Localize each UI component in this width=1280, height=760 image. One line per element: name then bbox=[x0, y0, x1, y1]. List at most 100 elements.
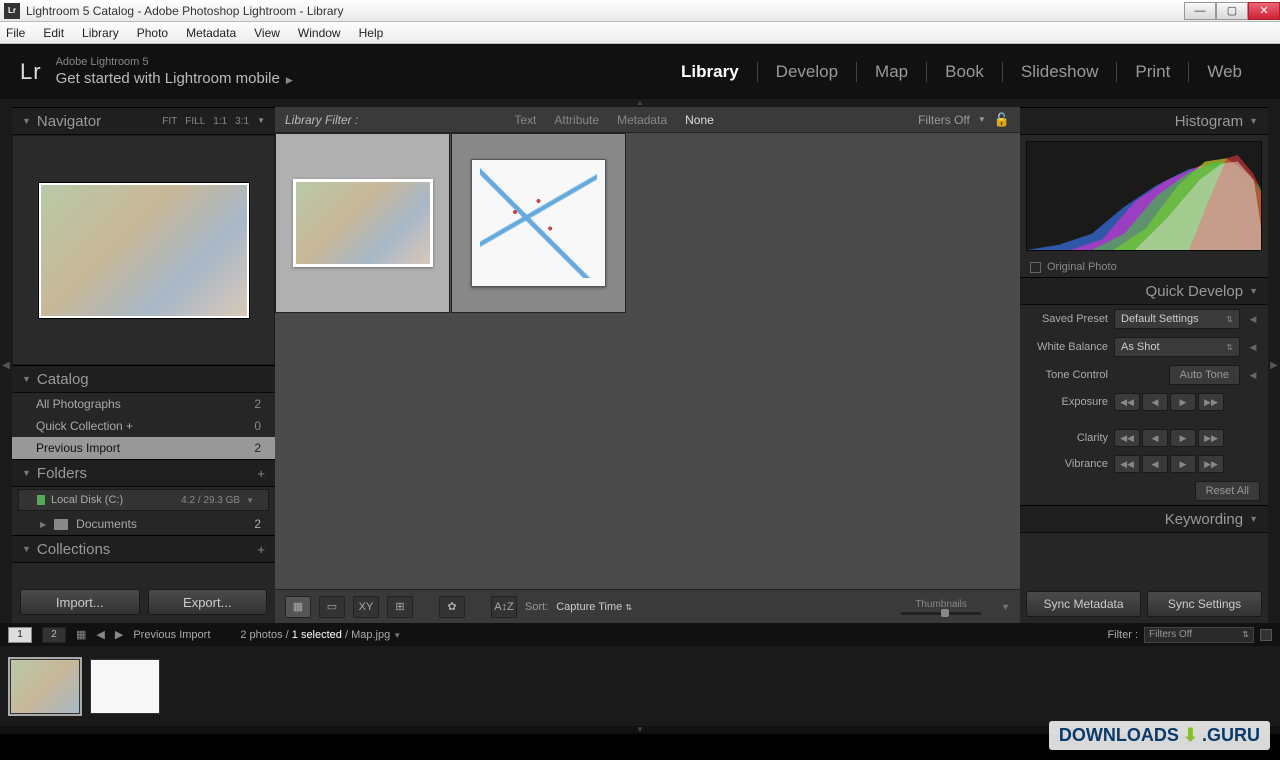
compare-view-button[interactable]: XY bbox=[353, 596, 379, 618]
expand-icon[interactable]: ◀ bbox=[1246, 342, 1260, 353]
menu-view[interactable]: View bbox=[254, 26, 280, 40]
painter-tool-button[interactable]: ✿ bbox=[439, 596, 465, 618]
sync-metadata-button[interactable]: Sync Metadata bbox=[1026, 591, 1141, 617]
module-print[interactable]: Print bbox=[1116, 62, 1188, 82]
page-1-button[interactable]: 1 bbox=[8, 627, 32, 643]
clarity-minus-large[interactable]: ◀◀ bbox=[1114, 429, 1140, 447]
module-slideshow[interactable]: Slideshow bbox=[1002, 62, 1117, 82]
add-collection-button[interactable]: + bbox=[257, 542, 265, 557]
auto-tone-button[interactable]: Auto Tone bbox=[1169, 365, 1240, 385]
menu-metadata[interactable]: Metadata bbox=[186, 26, 236, 40]
chevron-right-icon: ▶ bbox=[286, 75, 293, 85]
export-button[interactable]: Export... bbox=[148, 589, 268, 615]
left-panel-collapse[interactable]: ◀ bbox=[0, 107, 12, 623]
menu-library[interactable]: Library bbox=[82, 26, 119, 40]
vibrance-minus[interactable]: ◀ bbox=[1142, 455, 1168, 473]
minimize-button[interactable]: — bbox=[1184, 2, 1216, 20]
filter-text[interactable]: Text bbox=[514, 113, 536, 127]
module-map[interactable]: Map bbox=[856, 62, 926, 82]
menu-file[interactable]: File bbox=[6, 26, 25, 40]
lock-icon[interactable]: 🔓 bbox=[994, 112, 1010, 128]
filters-off-label[interactable]: Filters Off bbox=[918, 113, 970, 127]
grid-cell-1[interactable] bbox=[275, 133, 450, 313]
histogram-header[interactable]: Histogram▼ bbox=[1020, 107, 1268, 135]
histogram-display[interactable] bbox=[1026, 141, 1262, 251]
filter-none[interactable]: None bbox=[685, 113, 714, 127]
quick-develop-header[interactable]: Quick Develop▼ bbox=[1020, 277, 1268, 305]
filmstrip[interactable] bbox=[0, 646, 1280, 726]
folders-header[interactable]: ▼ Folders + bbox=[12, 459, 275, 487]
module-web[interactable]: Web bbox=[1188, 62, 1260, 82]
module-develop[interactable]: Develop bbox=[757, 62, 856, 82]
maximize-button[interactable]: ▢ bbox=[1216, 2, 1248, 20]
close-button[interactable]: ✕ bbox=[1248, 2, 1280, 20]
exposure-minus[interactable]: ◀ bbox=[1142, 393, 1168, 411]
loupe-view-button[interactable]: ▭ bbox=[319, 596, 345, 618]
menu-help[interactable]: Help bbox=[359, 26, 384, 40]
navigator-preview[interactable] bbox=[12, 135, 275, 365]
vibrance-plus-large[interactable]: ▶▶ bbox=[1198, 455, 1224, 473]
vibrance-plus[interactable]: ▶ bbox=[1170, 455, 1196, 473]
module-book[interactable]: Book bbox=[926, 62, 1002, 82]
filter-metadata[interactable]: Metadata bbox=[617, 113, 667, 127]
page-2-button[interactable]: 2 bbox=[42, 627, 66, 643]
grid-view-button[interactable]: ▦ bbox=[285, 596, 311, 618]
clarity-plus[interactable]: ▶ bbox=[1170, 429, 1196, 447]
catalog-quick-collection[interactable]: Quick Collection +0 bbox=[12, 415, 275, 437]
navigator-header[interactable]: ▼ Navigator FIT FILL 1:1 3:1 ▼ bbox=[12, 107, 275, 135]
grid-cell-2[interactable] bbox=[451, 133, 626, 313]
zoom-3-1[interactable]: 3:1 bbox=[235, 116, 249, 127]
survey-view-button[interactable]: ⊞ bbox=[387, 596, 413, 618]
grid-icon[interactable]: ▦ bbox=[76, 628, 86, 641]
saved-preset-select[interactable]: Default Settings⇅ bbox=[1114, 309, 1240, 329]
keywording-header[interactable]: Keywording▼ bbox=[1020, 505, 1268, 533]
filter-attribute[interactable]: Attribute bbox=[554, 113, 599, 127]
filmstrip-thumb-2[interactable] bbox=[90, 659, 160, 714]
catalog-all-photographs[interactable]: All Photographs2 bbox=[12, 393, 275, 415]
menu-window[interactable]: Window bbox=[298, 26, 341, 40]
right-panel-collapse[interactable]: ▶ bbox=[1268, 107, 1280, 623]
clarity-minus[interactable]: ◀ bbox=[1142, 429, 1168, 447]
white-balance-select[interactable]: As Shot⇅ bbox=[1114, 337, 1240, 357]
collections-header[interactable]: ▼ Collections + bbox=[12, 535, 275, 563]
expand-icon[interactable]: ◀ bbox=[1246, 314, 1260, 325]
original-photo-toggle[interactable]: Original Photo bbox=[1020, 257, 1268, 277]
menu-photo[interactable]: Photo bbox=[137, 26, 168, 40]
vibrance-minus-large[interactable]: ◀◀ bbox=[1114, 455, 1140, 473]
catalog-header[interactable]: ▼ Catalog bbox=[12, 365, 275, 393]
menu-edit[interactable]: Edit bbox=[43, 26, 64, 40]
chevron-down-icon[interactable]: ▼ bbox=[978, 115, 986, 124]
exposure-plus-large[interactable]: ▶▶ bbox=[1198, 393, 1224, 411]
breadcrumb-source[interactable]: Previous Import bbox=[133, 629, 210, 641]
expand-icon[interactable]: ◀ bbox=[1246, 370, 1260, 381]
import-button[interactable]: Import... bbox=[20, 589, 140, 615]
top-panel-grabber[interactable]: ▲ bbox=[0, 99, 1280, 107]
chevron-down-icon[interactable]: ▼ bbox=[393, 631, 401, 640]
folder-disk[interactable]: Local Disk (C:) 4.2 / 29.3 GB ▼ bbox=[18, 489, 269, 511]
filter-preset-select[interactable]: Filters Off⇅ bbox=[1144, 627, 1254, 643]
prev-button[interactable]: ◀ bbox=[96, 628, 104, 641]
clarity-plus-large[interactable]: ▶▶ bbox=[1198, 429, 1224, 447]
filter-toggle-button[interactable] bbox=[1260, 629, 1272, 641]
toolbar-menu-icon[interactable]: ▼ bbox=[1001, 602, 1010, 612]
add-folder-button[interactable]: + bbox=[257, 466, 265, 481]
sort-direction-button[interactable]: A↕Z bbox=[491, 596, 517, 618]
sort-select[interactable]: Capture Time ⇅ bbox=[556, 601, 632, 613]
chevron-down-icon[interactable]: ▼ bbox=[257, 116, 265, 127]
exposure-minus-large[interactable]: ◀◀ bbox=[1114, 393, 1140, 411]
module-library[interactable]: Library bbox=[663, 62, 757, 82]
zoom-fit[interactable]: FIT bbox=[162, 116, 177, 127]
reset-all-button[interactable]: Reset All bbox=[1195, 481, 1260, 501]
chevron-down-icon[interactable]: ▼ bbox=[246, 496, 254, 505]
thumbnail-size-slider[interactable]: Thumbnails bbox=[901, 599, 981, 615]
sync-settings-button[interactable]: Sync Settings bbox=[1147, 591, 1262, 617]
next-button[interactable]: ▶ bbox=[115, 628, 123, 641]
zoom-fill[interactable]: FILL bbox=[185, 116, 205, 127]
folder-documents[interactable]: ▶ Documents 2 bbox=[12, 513, 275, 535]
exposure-plus[interactable]: ▶ bbox=[1170, 393, 1196, 411]
mobile-link[interactable]: Get started with Lightroom mobile▶ bbox=[56, 70, 293, 87]
zoom-1-1[interactable]: 1:1 bbox=[213, 116, 227, 127]
catalog-previous-import[interactable]: Previous Import2 bbox=[12, 437, 275, 459]
filmstrip-thumb-1[interactable] bbox=[10, 659, 80, 714]
thumbnail-grid[interactable] bbox=[275, 133, 1020, 589]
